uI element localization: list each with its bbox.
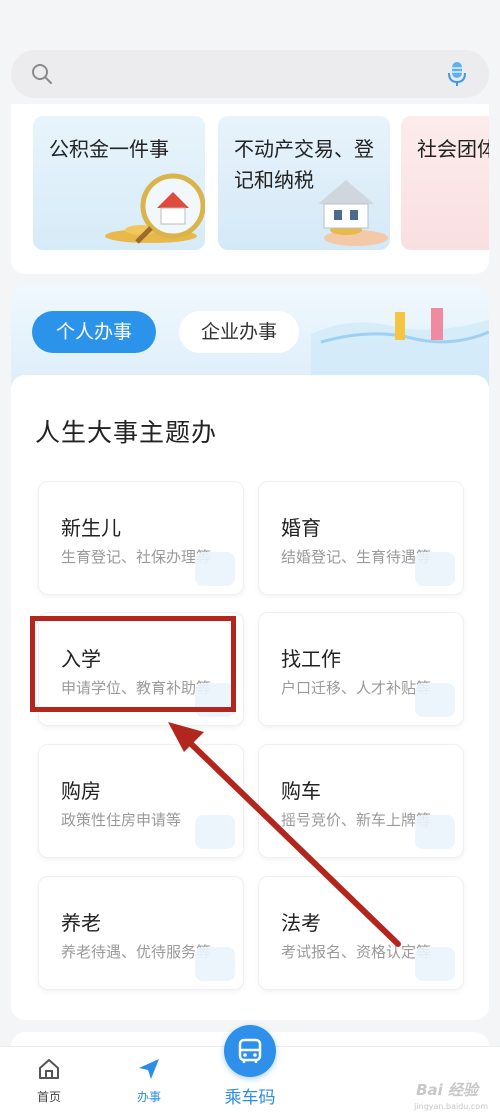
baby-icon [195, 552, 235, 586]
watermark: Bai 经验 [416, 1081, 478, 1099]
featured-services-panel: 公积金一件事 不动产交易、登记和纳税 社会团体 [11, 104, 489, 274]
bottom-navigation: 首页 办事 乘车码 Bai 经验 jingyan.baidu.com [0, 1025, 500, 1112]
microphone-icon[interactable] [445, 60, 469, 88]
home-icon [39, 1059, 59, 1079]
marriage-icon [415, 552, 455, 586]
tile-name: 婚育 [281, 516, 321, 540]
highlight-box [30, 616, 236, 712]
house-hand-illustration [318, 180, 388, 246]
city-skyline-illustration [311, 308, 489, 386]
tile-house-purchase[interactable]: 购房 政策性住房申请等 [38, 744, 244, 858]
tile-car-purchase[interactable]: 购车 摇号竞价、新车上牌等 [258, 744, 464, 858]
service-card-housing-fund[interactable]: 公积金一件事 [33, 116, 205, 250]
tile-description: 考试报名、资格认定等 [281, 943, 432, 961]
tile-description: 户口迁移、人才补贴等 [281, 679, 432, 697]
tile-description: 结婚登记、生育待遇等 [281, 548, 432, 566]
nav-bus-code[interactable]: 乘车码 [210, 1025, 290, 1108]
tile-description: 生育登记、社保办理等 [61, 548, 212, 566]
category-tabs-panel: 个人办事 企业办事 [11, 286, 489, 386]
bus-icon [238, 1038, 262, 1063]
send-arrow-icon [139, 1059, 159, 1079]
tile-marriage[interactable]: 婚育 结婚登记、生育待遇等 [258, 481, 464, 595]
search-bar[interactable] [11, 50, 489, 98]
service-card-real-estate[interactable]: 不动产交易、登记和纳税 [218, 116, 390, 250]
car-icon [415, 815, 455, 849]
tile-job-search[interactable]: 找工作 户口迁移、人才补贴等 [258, 612, 464, 726]
search-input[interactable] [65, 60, 429, 90]
tile-name: 养老 [61, 911, 101, 935]
tile-judicial-exam[interactable]: 法考 考试报名、资格认定等 [258, 876, 464, 990]
section-title: 人生大事主题办 [35, 418, 218, 447]
nav-bus-code-label: 乘车码 [224, 1088, 276, 1108]
tile-name: 购房 [61, 779, 101, 803]
briefcase-icon [415, 683, 455, 717]
building-icon [195, 815, 235, 849]
gavel-icon [415, 947, 455, 981]
service-card-social-organization[interactable]: 社会团体 [401, 116, 489, 250]
coins-house-magnifier-illustration [105, 173, 205, 244]
service-card-label: 社会团体 [417, 137, 489, 161]
tile-name: 购车 [281, 779, 321, 803]
tile-description: 养老待遇、优待服务等 [61, 943, 212, 961]
bus-code-button[interactable] [224, 1025, 276, 1077]
tile-description: 摇号竞价、新车上牌等 [281, 811, 432, 829]
tile-name: 找工作 [281, 647, 341, 671]
nav-service[interactable]: 办事 [124, 1057, 174, 1105]
search-icon [32, 64, 52, 84]
tile-newborn[interactable]: 新生儿 生育登记、社保办理等 [38, 481, 244, 595]
tile-description: 政策性住房申请等 [61, 811, 182, 829]
tile-elderly-care[interactable]: 养老 养老待遇、优待服务等 [38, 876, 244, 990]
tile-name: 新生儿 [61, 516, 121, 540]
elderly-icon [195, 947, 235, 981]
nav-service-label: 办事 [136, 1090, 161, 1104]
nav-home[interactable]: 首页 [24, 1057, 74, 1105]
watermark-sub: jingyan.baidu.com [414, 1102, 488, 1111]
tile-name: 法考 [281, 911, 321, 935]
nav-home-label: 首页 [36, 1090, 61, 1104]
